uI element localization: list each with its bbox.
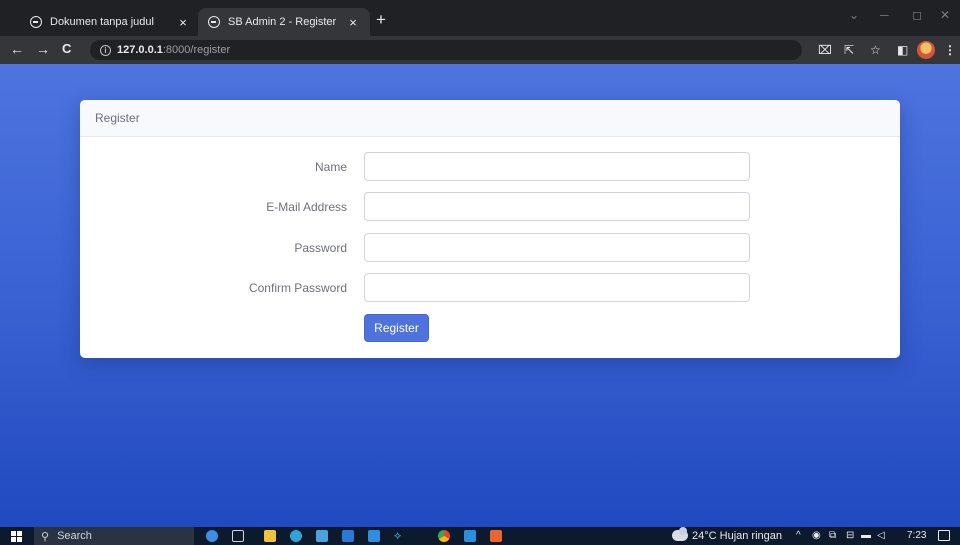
confirm-password-input[interactable] — [364, 273, 750, 302]
email-input[interactable] — [364, 192, 750, 221]
confirm-password-label: Confirm Password — [248, 281, 347, 295]
maximize-icon[interactable]: ◻ — [912, 8, 922, 22]
windows-start-icon[interactable] — [11, 531, 22, 542]
clock[interactable]: 7:23 — [907, 530, 926, 541]
tab-title: SB Admin 2 - Register — [228, 16, 337, 28]
close-tab-icon[interactable]: × — [176, 15, 190, 30]
page-viewport: Register Name E-Mail Address Password Co… — [0, 64, 960, 527]
reload-icon[interactable]: C — [62, 41, 71, 56]
translate-icon[interactable]: ⌧ — [818, 43, 832, 57]
globe-icon — [208, 16, 220, 28]
password-input[interactable] — [364, 233, 750, 262]
store-icon[interactable] — [316, 530, 328, 542]
email-row: E-Mail Address — [80, 192, 900, 222]
name-label: Name — [314, 160, 347, 174]
menu-icon[interactable]: ⋮ — [944, 43, 956, 57]
confirm-password-row: Confirm Password — [80, 273, 900, 303]
volume-icon[interactable]: ◁ — [877, 530, 885, 541]
sidepanel-icon[interactable]: ◧ — [897, 43, 908, 57]
chevron-up-icon[interactable]: ^ — [796, 530, 801, 541]
info-icon[interactable]: i — [100, 44, 111, 56]
register-card: Register Name E-Mail Address Password Co… — [80, 100, 900, 358]
notification-icon[interactable] — [938, 530, 950, 541]
search-placeholder: Search — [57, 530, 92, 542]
window-close-icon[interactable]: ✕ — [940, 8, 950, 22]
address-bar[interactable]: i 127.0.0.1 :8000/register — [90, 40, 802, 60]
name-input[interactable] — [364, 152, 750, 181]
chrome-icon[interactable] — [438, 530, 450, 542]
mail-icon[interactable] — [368, 530, 380, 542]
weather-text[interactable]: 24°C Hujan ringan — [692, 530, 782, 542]
explorer-icon[interactable] — [264, 530, 276, 542]
globe-icon — [30, 16, 42, 28]
taskview-icon[interactable] — [232, 530, 244, 542]
weather-icon[interactable] — [672, 527, 688, 541]
password-row: Password — [80, 233, 900, 263]
network-icon[interactable]: ⊟ — [846, 530, 854, 541]
tab-register[interactable]: SB Admin 2 - Register × — [198, 8, 370, 36]
windows-taskbar: ⚲ Search ⟡ 24°C Hujan ringan ^ ◉ ⧉ ⊟ ▬ ◁… — [0, 527, 960, 545]
location-icon[interactable]: ◉ — [812, 530, 821, 541]
edge-browser-icon[interactable] — [290, 530, 302, 542]
browser-tab-strip: Dokumen tanpa judul × SB Admin 2 - Regis… — [0, 0, 960, 36]
back-icon[interactable]: ← — [10, 41, 24, 57]
edge-icon[interactable] — [206, 530, 218, 542]
url-host: 127.0.0.1 — [117, 44, 163, 56]
ime-icon[interactable]: ⧉ — [829, 530, 836, 541]
forward-icon[interactable]: → — [36, 41, 50, 57]
tab-dokumen[interactable]: Dokumen tanpa judul × — [20, 8, 200, 36]
tab-title: Dokumen tanpa judul — [50, 16, 154, 28]
email-label: E-Mail Address — [266, 200, 347, 214]
xampp-icon[interactable] — [490, 530, 502, 542]
browser-toolbar: ← → C i 127.0.0.1 :8000/register ⌧ ⇱ ☆ ◧… — [0, 36, 960, 64]
search-icon: ⚲ — [41, 530, 50, 543]
profile-avatar[interactable] — [917, 41, 935, 59]
figma-icon[interactable]: ⟡ — [394, 530, 406, 542]
password-label: Password — [294, 241, 347, 255]
tab-search-icon[interactable]: ⌄ — [849, 8, 859, 22]
card-header: Register — [80, 100, 900, 137]
close-tab-icon[interactable]: × — [346, 15, 360, 30]
vscode-icon[interactable] — [464, 530, 476, 542]
new-tab-button[interactable]: + — [376, 10, 386, 30]
star-icon[interactable]: ☆ — [870, 43, 881, 57]
taskbar-search-box[interactable]: ⚲ Search — [34, 527, 194, 545]
app-icon[interactable] — [342, 530, 354, 542]
share-icon[interactable]: ⇱ — [844, 43, 854, 57]
register-button[interactable]: Register — [364, 314, 429, 342]
url-path: :8000/register — [162, 44, 231, 56]
battery-icon[interactable]: ▬ — [861, 530, 871, 541]
minimize-icon[interactable]: ─ — [880, 8, 889, 22]
name-row: Name — [80, 152, 900, 182]
